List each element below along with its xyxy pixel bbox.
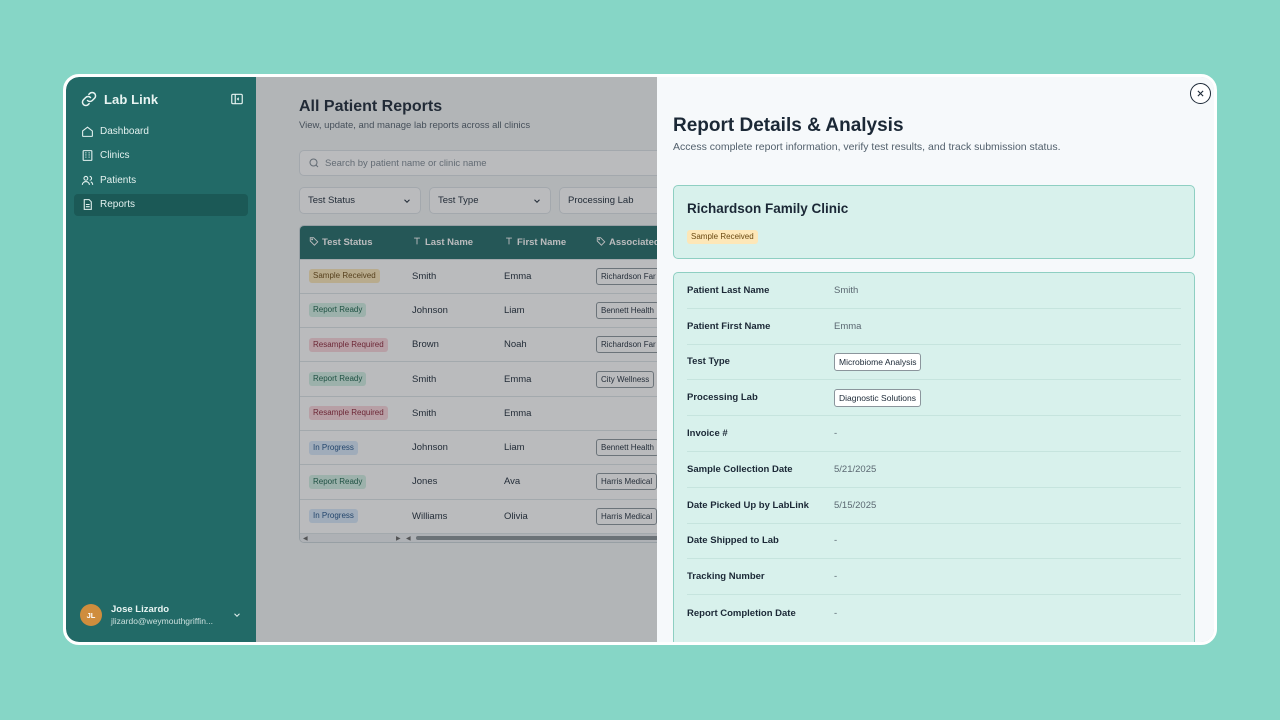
detail-label: Sample Collection Date [687, 463, 793, 475]
link-logo-icon [80, 90, 98, 108]
chevron-down-icon [232, 610, 242, 620]
detail-row: Date Shipped to Lab - [687, 524, 1181, 560]
document-icon [81, 198, 94, 211]
drawer-subtitle: Access complete report information, veri… [673, 141, 1061, 153]
detail-value: Emma [834, 320, 862, 332]
sidebar-nav: Dashboard Clinics Patients Reports [74, 120, 248, 218]
sidebar-item-dashboard[interactable]: Dashboard [74, 120, 248, 142]
sidebar-item-label: Patients [100, 174, 137, 186]
detail-value: - [834, 607, 838, 619]
avatar: JL [80, 604, 102, 626]
close-button[interactable] [1190, 83, 1211, 104]
detail-chip: Microbiome Analysis [834, 352, 922, 371]
sidebar-item-label: Clinics [100, 150, 130, 161]
detail-row: Report Completion Date - [687, 595, 1181, 631]
detail-chip: Diagnostic Solutions [834, 388, 922, 407]
detail-label: Date Shipped to Lab [687, 535, 779, 547]
user-menu[interactable]: JL Jose Lizardo jlizardo@weymouthgriffin… [80, 600, 242, 630]
detail-row: Patient Last Name Smith [687, 273, 1181, 309]
brand: Lab Link [80, 87, 244, 111]
home-icon [81, 125, 94, 138]
status-badge: Sample Received [687, 230, 758, 244]
detail-label: Processing Lab [687, 392, 758, 404]
detail-row: Patient First Name Emma [687, 309, 1181, 345]
sidebar: Lab Link Dashboard Clinics Patients Repo… [66, 77, 256, 642]
sidebar-item-label: Reports [100, 199, 136, 210]
detail-label: Tracking Number [687, 571, 765, 583]
report-details-drawer: Report Details & Analysis Access complet… [657, 77, 1214, 642]
detail-row: Processing Lab Diagnostic Solutions [687, 380, 1181, 417]
sidebar-item-patients[interactable]: Patients [74, 169, 248, 191]
building-icon [81, 149, 94, 162]
detail-label: Patient First Name [687, 320, 771, 332]
app-name: Lab Link [104, 91, 159, 107]
detail-value: - [834, 571, 838, 583]
detail-label: Test Type [687, 356, 730, 368]
sidebar-item-clinics[interactable]: Clinics [74, 145, 248, 167]
clinic-card: Richardson Family Clinic Sample Received [673, 185, 1195, 259]
detail-value: 5/21/2025 [834, 463, 877, 475]
detail-row: Test Type Microbiome Analysis [687, 345, 1181, 381]
detail-row: Tracking Number - [687, 559, 1181, 596]
sidebar-item-reports[interactable]: Reports [74, 193, 248, 216]
app-window: Lab Link Dashboard Clinics Patients Repo… [63, 74, 1217, 645]
close-icon [1196, 89, 1205, 98]
detail-label: Date Picked Up by LabLink [687, 499, 809, 511]
user-name: Jose Lizardo [111, 603, 170, 615]
detail-row: Date Picked Up by LabLink 5/15/2025 [687, 488, 1181, 524]
detail-label: Report Completion Date [687, 607, 796, 619]
detail-value: - [834, 428, 838, 440]
sidebar-item-label: Dashboard [100, 125, 149, 137]
details-card: Patient Last Name Smith Patient First Name… [673, 272, 1195, 642]
detail-row: Invoice # - [687, 416, 1181, 452]
detail-value: Smith [834, 284, 859, 296]
detail-value: - [834, 535, 838, 547]
sidebar-collapse-icon[interactable] [230, 92, 244, 106]
drawer-title: Report Details & Analysis [673, 115, 904, 136]
detail-label: Patient Last Name [687, 284, 770, 296]
detail-row: Sample Collection Date 5/21/2025 [687, 452, 1181, 488]
user-email: jlizardo@weymouthgriffin... [111, 615, 214, 626]
detail-value: 5/15/2025 [834, 499, 877, 511]
users-icon [81, 174, 94, 187]
clinic-name: Richardson Family Clinic [687, 201, 849, 216]
detail-label: Invoice # [687, 428, 728, 440]
